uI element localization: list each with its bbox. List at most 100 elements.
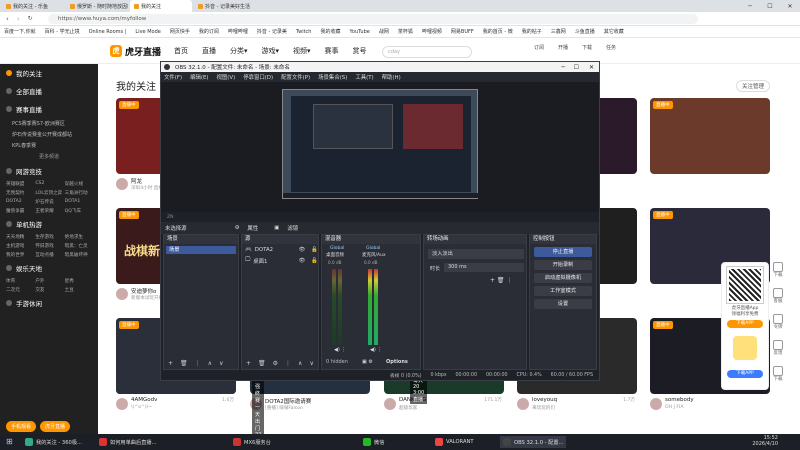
more-channels[interactable]: 更多频道: [0, 151, 98, 162]
duration-input[interactable]: 300 ms: [444, 263, 524, 272]
bookmark-item[interactable]: 我的首页 - 微: [483, 28, 513, 35]
sidebar-section[interactable]: 赛事直播: [0, 100, 98, 118]
sidebar-item[interactable]: 主机游戏: [6, 243, 33, 249]
right-bar-item[interactable]: 客服: [769, 288, 787, 304]
sidebar-item[interactable]: 炉石传说: [35, 199, 62, 205]
mobile-watch-button[interactable]: 手机观看: [6, 421, 37, 432]
lock-icon[interactable]: 🔓: [311, 247, 318, 253]
more-icon[interactable]: ⋮: [285, 360, 291, 367]
obs-preview[interactable]: [161, 82, 599, 212]
nav-item[interactable]: 赛事: [325, 46, 339, 56]
sidebar-item[interactable]: 体育: [6, 278, 33, 284]
sidebar-item[interactable]: 怀旧游戏: [35, 243, 62, 249]
options-button[interactable]: Options: [386, 359, 408, 365]
nav-item[interactable]: 分类▾: [230, 46, 248, 56]
sidebar-item[interactable]: 星秀: [65, 278, 92, 284]
gear-icon[interactable]: ⚙: [235, 225, 240, 231]
bookmark-item[interactable]: 战网: [379, 28, 389, 35]
more-icon[interactable]: ⋮: [195, 360, 201, 367]
sidebar-item[interactable]: 生存游戏: [35, 234, 62, 240]
obs-close-icon[interactable]: ✕: [589, 64, 594, 71]
maximize-icon[interactable]: ☐: [760, 3, 780, 10]
promo-icon[interactable]: [733, 336, 757, 360]
source-item[interactable]: 🖵 桌面1 👁 🔓: [242, 255, 318, 266]
sidebar-follow[interactable]: 我的关注: [0, 64, 98, 82]
avatar[interactable]: [116, 398, 128, 410]
nav-item[interactable]: 游戏▾: [262, 46, 280, 56]
bookmark-item[interactable]: 我的收藏: [320, 28, 340, 35]
move-up-icon[interactable]: ∧: [298, 360, 302, 367]
download-app-button[interactable]: 下载APP: [727, 320, 763, 328]
sidebar-section[interactable]: 娱乐天地: [0, 259, 98, 277]
sidebar-section[interactable]: 单机热游: [0, 215, 98, 233]
streamer-name[interactable]: 4AMGodv: [131, 397, 157, 403]
eye-icon[interactable]: 👁: [298, 258, 305, 264]
streamer-name[interactable]: 安迪萝你o: [131, 287, 156, 295]
move-down-icon[interactable]: ∨: [309, 360, 313, 367]
bookmark-item[interactable]: 网易BUFF: [451, 28, 474, 35]
streamer-name[interactable]: 阿龙: [131, 177, 142, 185]
sidebar-item[interactable]: 二次元: [6, 287, 33, 293]
transition-icons[interactable]: + 🗑 ⋮: [490, 277, 512, 284]
obs-menu-item[interactable]: 工具(T): [355, 73, 373, 81]
taskbar-app[interactable]: VALORANT: [432, 436, 477, 448]
bookmark-item[interactable]: 抖音 - 记录美: [257, 28, 287, 35]
sidebar-item[interactable]: 英雄联盟: [6, 181, 33, 187]
add-icon[interactable]: +: [246, 360, 251, 367]
sidebar-item[interactable]: 户外: [35, 278, 62, 284]
nav-item[interactable]: 首页: [174, 46, 188, 56]
sidebar-item[interactable]: LOL云顶之弈: [35, 190, 62, 196]
sidebar-item[interactable]: CS2: [35, 181, 62, 187]
header-icon-label[interactable]: 订阅: [534, 44, 544, 51]
bookmark-item[interactable]: 三鑫网: [551, 28, 566, 35]
right-bar-item[interactable]: 反馈: [769, 340, 787, 356]
windows-start-icon[interactable]: ⊞: [6, 437, 13, 446]
obs-menu-item[interactable]: 停靠窗口(D): [243, 73, 273, 81]
avatar[interactable]: [517, 398, 529, 410]
url-input[interactable]: https://www.huya.com/myfollow: [48, 14, 698, 24]
sidebar-item[interactable]: 天天地精: [6, 234, 33, 240]
header-icon-label[interactable]: 任务: [606, 44, 616, 51]
bookmark-item[interactable]: Live Mode: [135, 29, 160, 35]
mixer-icons[interactable]: ▣ ⚙: [362, 359, 373, 365]
browser-tab[interactable]: 抖音 - 记录美好生活: [194, 0, 256, 12]
browser-tab[interactable]: 俄罗斯 - 随时随地放因新鲜事: [66, 0, 128, 12]
obs-menu-item[interactable]: 文件(F): [164, 73, 182, 81]
taskbar-app[interactable]: 我的关注 - 360极...: [22, 436, 85, 448]
bookmark-item[interactable]: 我的帖子: [522, 28, 542, 35]
bookmark-item[interactable]: 斗鱼直播: [575, 28, 595, 35]
sidebar-item[interactable]: 绝地求生: [65, 234, 92, 240]
minimize-icon[interactable]: ─: [740, 3, 760, 10]
sidebar-section[interactable]: 手游休闲: [0, 294, 98, 312]
taskbar-app[interactable]: 如何用单曲后直播...: [96, 436, 159, 448]
preview-zoom[interactable]: ZN: [167, 215, 173, 220]
nav-item[interactable]: 视频▾: [293, 46, 311, 56]
obs-menu-item[interactable]: 场景集合(S): [318, 73, 347, 81]
clock[interactable]: 15:52 2026/4/10: [752, 435, 778, 447]
obs-menu-item[interactable]: 帮助(H): [382, 73, 401, 81]
sidebar-item[interactable]: 互动点播: [35, 252, 62, 258]
bookmark-item[interactable]: Online Rooms |: [89, 29, 127, 35]
sidebar-item[interactable]: 穿越火线: [65, 181, 92, 187]
right-bar-item[interactable]: 令牌: [769, 314, 787, 330]
manage-follows-button[interactable]: 关注管理: [736, 80, 771, 92]
obs-maximize-icon[interactable]: ☐: [574, 64, 579, 71]
bookmark-item[interactable]: 其它收藏: [604, 28, 624, 35]
bookmark-item[interactable]: YouTube: [350, 29, 370, 35]
sidebar-item[interactable]: 暗黑破坏神: [65, 252, 92, 258]
download-pc-button[interactable]: 下载APP: [727, 370, 763, 378]
settings-button[interactable]: 设置: [534, 299, 592, 309]
transition-select[interactable]: 淡入淡出: [428, 249, 524, 259]
back-icon[interactable]: ‹: [6, 15, 9, 23]
sidebar-item[interactable]: 三角洲行动: [65, 190, 92, 196]
streamer-name[interactable]: loveyouq: [532, 397, 557, 403]
scene-item[interactable]: 场景: [166, 246, 236, 254]
add-icon[interactable]: +: [168, 360, 173, 367]
stop-streaming-button[interactable]: 停止直播: [534, 247, 592, 257]
obs-minimize-icon[interactable]: ─: [561, 64, 565, 71]
nav-item[interactable]: 直播: [202, 46, 216, 56]
sidebar-item[interactable]: PCS赛季赛S7-欧洲赛区: [0, 118, 98, 129]
forward-icon[interactable]: ›: [17, 15, 20, 23]
huya-app-button[interactable]: 虎牙直播: [40, 421, 71, 432]
right-bar-item[interactable]: 下载: [769, 366, 787, 382]
